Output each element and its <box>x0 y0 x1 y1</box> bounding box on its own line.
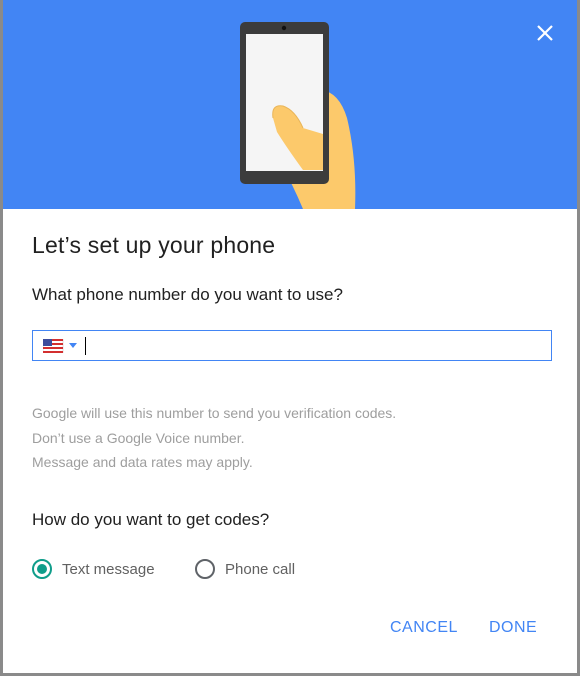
hand-holding-phone-illustration <box>240 22 356 209</box>
country-selector[interactable] <box>42 338 83 354</box>
close-button[interactable] <box>530 18 560 48</box>
radio-phone-call[interactable]: Phone call <box>195 557 295 581</box>
radio-button-checked[interactable] <box>32 559 52 579</box>
radio-label: Phone call <box>225 560 296 578</box>
radio-label: Text message <box>62 560 155 578</box>
text-cursor <box>85 337 86 355</box>
help-line: Don’t use a Google Voice number. <box>32 429 245 446</box>
help-line: Google will use this number to send you … <box>32 405 397 421</box>
phone-number-question: What phone number do you want to use? <box>32 285 343 304</box>
phone-number-field[interactable] <box>32 330 552 361</box>
radio-text-message[interactable]: Text message <box>32 557 155 581</box>
dialog-title: Let’s set up your phone <box>32 232 276 258</box>
done-button[interactable]: DONE <box>489 619 537 637</box>
help-line: Message and data rates may apply. <box>32 454 253 470</box>
dialog-header-illustration <box>3 0 577 209</box>
phone-help-text: Google will use this number to send you … <box>32 401 396 475</box>
cancel-button[interactable]: CANCEL <box>390 619 458 637</box>
setup-phone-dialog: Let’s set up your phone What phone numbe… <box>3 0 577 673</box>
codes-method-question: How do you want to get codes? <box>32 510 270 529</box>
close-icon <box>537 25 553 41</box>
chevron-down-icon <box>69 343 77 348</box>
phone-camera <box>281 25 287 31</box>
phone-number-input[interactable] <box>83 335 547 359</box>
radio-button-unchecked[interactable] <box>195 559 215 579</box>
